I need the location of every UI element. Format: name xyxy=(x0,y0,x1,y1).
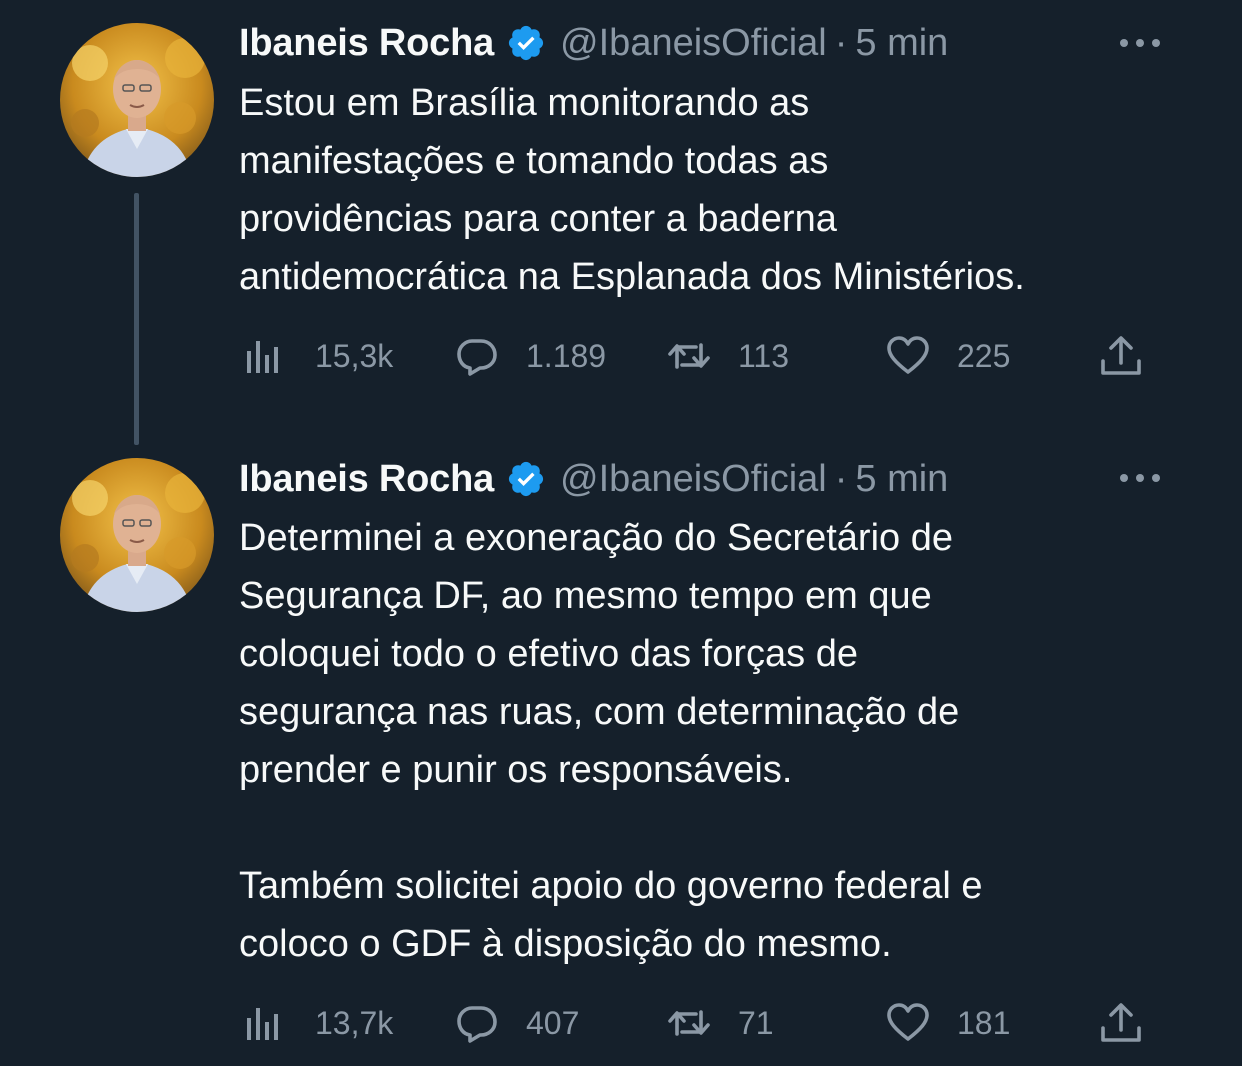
tweet-text: Estou em Brasília monitorando as manifes… xyxy=(239,82,1025,298)
views-button[interactable]: 13,7k xyxy=(239,998,393,1048)
reply-count: 1.189 xyxy=(526,337,607,374)
reply-icon xyxy=(457,339,497,376)
heart-icon xyxy=(887,336,929,374)
verified-badge-icon xyxy=(508,25,544,61)
tweet[interactable]: Ibaneis Rocha @IbaneisOficial · 5 min De… xyxy=(0,436,1242,1066)
views-count: 15,3k xyxy=(315,337,394,374)
more-icon[interactable] xyxy=(1118,33,1162,53)
views-count: 13,7k xyxy=(315,1004,394,1041)
share-button[interactable] xyxy=(1098,331,1144,381)
tweet-actions: 13,7k 407 71 181 xyxy=(239,998,1159,1048)
share-button[interactable] xyxy=(1098,998,1144,1048)
verified-badge-icon xyxy=(508,461,544,497)
like-button[interactable]: 225 xyxy=(885,331,1010,381)
avatar[interactable] xyxy=(60,23,214,177)
retweet-icon xyxy=(668,1010,710,1036)
reply-button[interactable]: 407 xyxy=(454,998,579,1048)
separator-dot: · xyxy=(834,457,848,500)
views-button[interactable]: 15,3k xyxy=(239,331,393,381)
tweet-text: Determinei a exoneração do Secretário de… xyxy=(239,517,983,965)
reply-button[interactable]: 1.189 xyxy=(454,331,606,381)
heart-icon xyxy=(887,1003,929,1041)
retweet-button[interactable]: 71 xyxy=(666,998,774,1048)
reply-count: 407 xyxy=(526,1004,580,1041)
separator-dot: · xyxy=(834,21,848,64)
more-icon[interactable] xyxy=(1118,468,1162,488)
share-icon xyxy=(1101,336,1141,375)
author-name[interactable]: Ibaneis Rocha xyxy=(239,458,494,501)
tweet-header: Ibaneis Rocha @IbaneisOficial · 5 min xyxy=(239,456,948,502)
avatar[interactable] xyxy=(60,458,214,612)
like-count: 181 xyxy=(957,1004,1011,1041)
tweet[interactable]: Ibaneis Rocha @IbaneisOficial · 5 min Es… xyxy=(0,0,1242,420)
retweet-button[interactable]: 113 xyxy=(666,331,789,381)
retweet-icon xyxy=(668,343,710,369)
tweet-actions: 15,3k 1.189 113 225 xyxy=(239,331,1159,381)
like-button[interactable]: 181 xyxy=(885,998,1010,1048)
timestamp[interactable]: 5 min xyxy=(855,458,948,501)
analytics-icon xyxy=(247,341,278,373)
author-name[interactable]: Ibaneis Rocha xyxy=(239,22,494,65)
reply-icon xyxy=(457,1006,497,1043)
like-count: 225 xyxy=(957,337,1011,374)
retweet-count: 113 xyxy=(738,337,790,374)
author-handle[interactable]: @IbaneisOficial xyxy=(560,458,827,501)
analytics-icon xyxy=(247,1008,278,1040)
author-handle[interactable]: @IbaneisOficial xyxy=(560,22,827,65)
share-icon xyxy=(1101,1003,1141,1042)
tweet-header: Ibaneis Rocha @IbaneisOficial · 5 min xyxy=(239,20,948,66)
retweet-count: 71 xyxy=(738,1004,774,1041)
timestamp[interactable]: 5 min xyxy=(855,22,948,65)
